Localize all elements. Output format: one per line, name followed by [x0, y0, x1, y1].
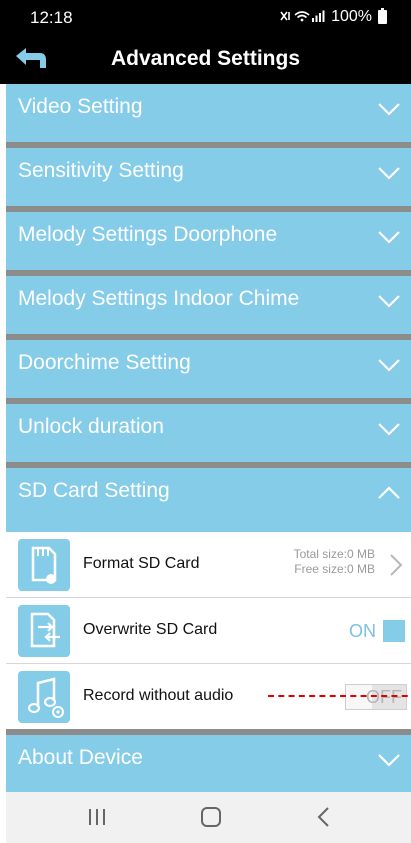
record-without-audio-label: Record without audio [83, 687, 234, 704]
back-icon [317, 807, 329, 827]
chevron-down-icon [378, 359, 400, 372]
annotation-dashed-line [268, 695, 411, 697]
chevron-down-icon [378, 103, 400, 116]
page-title: Advanced Settings [110, 47, 301, 70]
free-size: Free size:0 MB [294, 562, 375, 576]
music-settings-icon [18, 671, 70, 723]
section-doorchime-setting[interactable]: Doorchime Setting [6, 340, 411, 404]
section-label: SD Card Setting [18, 479, 170, 502]
recents-icon [89, 809, 105, 825]
chevron-down-icon [378, 754, 400, 767]
section-label: Video Setting [18, 95, 143, 118]
chevron-down-icon [378, 295, 400, 308]
system-nav-bar [6, 792, 411, 843]
toggle-state-text: ON [349, 621, 376, 641]
battery-percent: 100% [331, 8, 372, 25]
settings-list: Video Setting Sensitivity Setting Melody… [6, 84, 411, 799]
chevron-down-icon [378, 423, 400, 436]
home-icon [201, 807, 221, 827]
overwrite-icon [18, 605, 70, 657]
section-melody-doorphone[interactable]: Melody Settings Doorphone [6, 212, 411, 276]
section-label: Melody Settings Doorphone [18, 223, 278, 246]
section-label: Sensitivity Setting [18, 159, 184, 182]
section-about-device[interactable]: About Device [6, 735, 411, 799]
section-sd-card-setting[interactable]: SD Card Setting [6, 468, 411, 532]
section-melody-indoor-chime[interactable]: Melody Settings Indoor Chime [6, 276, 411, 340]
section-label: Doorchime Setting [18, 351, 191, 374]
record-audio-toggle[interactable]: OFF [345, 684, 407, 710]
toggle-state-text: OFF [366, 687, 402, 707]
overwrite-sd-card-label: Overwrite SD Card [83, 621, 218, 638]
overwrite-sd-card-row: Overwrite SD Card ON [6, 598, 411, 664]
sd-card-format-icon [18, 539, 70, 591]
format-sd-card-label: Format SD Card [83, 555, 200, 572]
section-video-setting[interactable]: Video Setting [6, 84, 411, 148]
battery-icon [378, 8, 387, 24]
record-without-audio-row: Record without audio OFF [6, 664, 411, 735]
section-label: Melody Settings Indoor Chime [18, 287, 300, 310]
format-sd-card-row[interactable]: Format SD Card Total size:0 MB Free size… [6, 532, 411, 598]
toggle-knob [383, 620, 405, 642]
status-bar: 12:18 100% [0, 0, 411, 36]
app-bar: Advanced Settings [0, 36, 411, 84]
overwrite-toggle[interactable]: ON [345, 618, 407, 644]
section-sensitivity-setting[interactable]: Sensitivity Setting [6, 148, 411, 212]
total-size: Total size:0 MB [293, 547, 375, 561]
chevron-down-icon [378, 231, 400, 244]
home-button[interactable] [196, 804, 226, 830]
section-unlock-duration[interactable]: Unlock duration [6, 404, 411, 468]
chevron-down-icon [378, 167, 400, 180]
chevron-right-icon [390, 554, 403, 576]
system-back-button[interactable] [309, 804, 339, 830]
section-label: About Device [18, 746, 143, 769]
section-label: Unlock duration [18, 415, 164, 438]
sd-size-info: Total size:0 MB Free size:0 MB [294, 547, 375, 577]
signal-wifi-icon [279, 9, 325, 26]
status-time: 12:18 [30, 8, 73, 27]
status-right: 100% [279, 8, 387, 26]
recents-button[interactable] [82, 804, 112, 830]
chevron-up-icon [378, 486, 400, 499]
